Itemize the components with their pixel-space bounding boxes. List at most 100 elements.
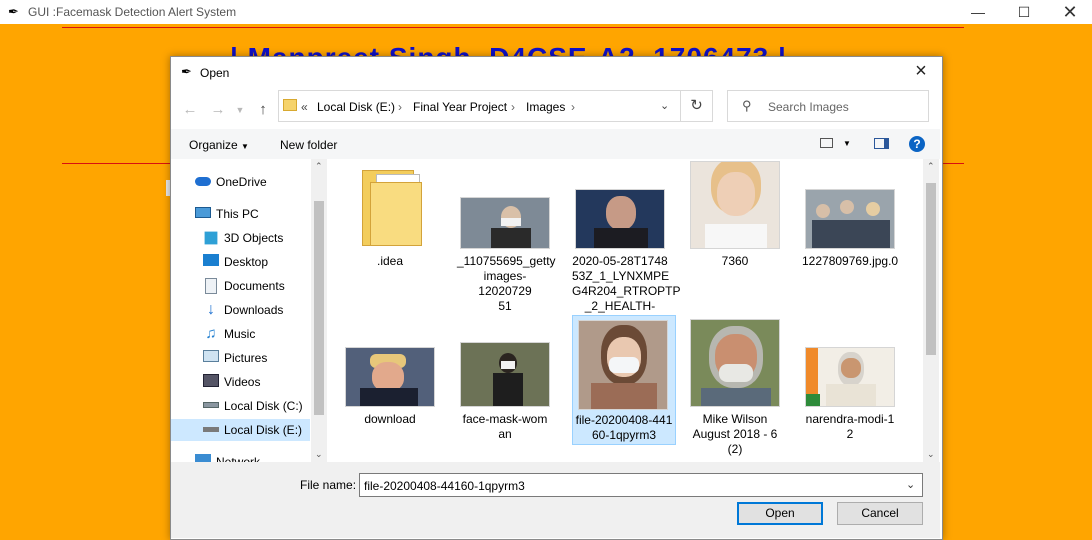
maximize-button[interactable]: ☐ — [1001, 0, 1047, 24]
chevron-right-icon: › — [398, 100, 402, 114]
file-list-scroll-thumb[interactable] — [926, 183, 936, 355]
sidebar-item-3d-objects[interactable]: 3D Objects — [171, 227, 310, 249]
sidebar-scrollbar[interactable]: ⌃ ⌄ — [311, 159, 327, 463]
sidebar-item-label: Documents — [224, 279, 285, 293]
sidebar-item-label: Desktop — [224, 255, 269, 269]
chevron-down-icon[interactable]: ⌄ — [660, 99, 669, 112]
open-dialog: ✒ Open × ← → ▼ ↑ « Local Disk (E:) › Fin… — [170, 56, 943, 540]
sidebar-item-music[interactable]: ♫ Music — [171, 323, 310, 345]
sidebar-scroll-thumb[interactable] — [314, 201, 324, 415]
cloud-icon — [195, 177, 211, 186]
file-name-line: 53Z_1_LYNXMPE — [572, 269, 670, 283]
file-name-line: an — [498, 427, 512, 441]
dialog-toolbar: Organize ▼ New folder ▼ ? — [171, 129, 940, 159]
view-options-icon[interactable] — [820, 138, 833, 148]
file-name-label: 7360 — [721, 254, 749, 268]
organize-button[interactable]: Organize ▼ — [189, 138, 249, 152]
folder-icon — [283, 99, 297, 111]
dialog-close-button[interactable]: × — [911, 61, 931, 82]
file-name-line: Mike Wilson — [702, 412, 768, 426]
nav-pane: OneDrive This PC 3D Objects Desktop Docu… — [171, 159, 311, 463]
feather-icon: ✒ — [8, 4, 19, 19]
open-button[interactable]: Open — [737, 502, 823, 525]
sidebar-item-documents[interactable]: Documents — [171, 275, 310, 297]
image-thumbnail — [460, 197, 550, 249]
file-item[interactable]: Mike Wilson August 2018 - 6 (2) — [687, 319, 783, 459]
sidebar-item-this-pc[interactable]: This PC — [171, 203, 310, 225]
cancel-button[interactable]: Cancel — [837, 502, 923, 525]
documents-icon — [205, 278, 217, 294]
file-name-input[interactable]: file-20200408-44160-1qpyrm3 ⌄ — [359, 473, 923, 497]
scroll-up-icon[interactable]: ⌃ — [315, 161, 323, 172]
chevron-right-icon: › — [571, 100, 575, 114]
videos-icon — [203, 374, 219, 387]
file-item[interactable]: 2020-05-28T1748 53Z_1_LYNXMPE G4R204_RTR… — [572, 161, 681, 328]
image-thumbnail — [345, 347, 435, 407]
sidebar-item-local-disk-e[interactable]: Local Disk (E:) — [171, 419, 310, 441]
breadcrumb-item[interactable]: Images — [526, 100, 565, 114]
file-name-label: face-mask-wom an — [457, 412, 553, 442]
download-icon: ↓ — [207, 301, 215, 318]
file-name-label: file-20200408-441 60-1qpyrm3 — [573, 413, 675, 443]
file-name-label: narendra-modi-1 2 — [802, 412, 898, 442]
file-name-line: face-mask-wom — [462, 412, 548, 426]
scroll-up-icon[interactable]: ⌃ — [927, 161, 935, 172]
image-thumbnail — [690, 319, 780, 407]
breadcrumb-item[interactable]: Local Disk (E:) — [317, 100, 395, 114]
music-icon: ♫ — [205, 325, 217, 342]
drive-icon — [203, 427, 219, 432]
file-item-idea[interactable]: .idea — [342, 161, 438, 301]
minimize-button[interactable]: — — [955, 0, 1001, 24]
sidebar-item-videos[interactable]: Videos — [171, 371, 310, 393]
search-placeholder: Search Images — [768, 100, 849, 114]
new-folder-button[interactable]: New folder — [280, 138, 337, 152]
sidebar-item-onedrive[interactable]: OneDrive — [171, 171, 310, 193]
recent-locations-button[interactable]: ▼ — [229, 105, 251, 123]
sidebar-item-pictures[interactable]: Pictures — [171, 347, 310, 369]
scroll-down-icon[interactable]: ⌄ — [315, 449, 323, 460]
image-thumbnail — [805, 347, 895, 407]
preview-pane-icon[interactable] — [874, 138, 889, 149]
sidebar-item-downloads[interactable]: ↓ Downloads — [171, 299, 310, 321]
sidebar-item-label: OneDrive — [216, 175, 267, 189]
folder-icon — [362, 164, 424, 248]
sidebar-item-label: Videos — [224, 375, 261, 389]
file-list-scrollbar[interactable]: ⌃ ⌄ — [923, 159, 939, 463]
file-name-label: download — [364, 412, 416, 426]
sidebar-item-local-disk-c[interactable]: Local Disk (C:) — [171, 395, 310, 417]
file-item[interactable]: face-mask-wom an — [457, 319, 553, 459]
back-button[interactable]: ← — [179, 101, 201, 119]
close-window-button[interactable]: ✕ — [1047, 0, 1092, 24]
drive-icon — [203, 402, 219, 408]
cube-icon — [204, 231, 218, 245]
file-item[interactable]: 1227809769.jpg.0 — [802, 161, 898, 301]
refresh-button[interactable]: ↻ — [681, 90, 713, 122]
file-item-selected[interactable]: file-20200408-441 60-1qpyrm3 — [572, 315, 676, 445]
up-button[interactable]: ↑ — [252, 101, 274, 119]
file-item[interactable]: download — [342, 319, 438, 459]
scroll-down-icon[interactable]: ⌄ — [927, 449, 935, 460]
file-name-line: (2) — [727, 442, 743, 456]
file-name-line: 2 — [846, 427, 854, 441]
sidebar-item-label: Music — [224, 327, 256, 341]
forward-button[interactable]: → — [207, 101, 229, 119]
file-name-line: file-20200408-441 — [575, 413, 673, 427]
breadcrumb-item[interactable]: Final Year Project — [413, 100, 507, 114]
file-item[interactable]: 7360 — [687, 161, 783, 301]
chevron-down-icon[interactable]: ▼ — [843, 139, 851, 148]
sidebar-item-label: 3D Objects — [224, 231, 284, 245]
file-item[interactable]: narendra-modi-1 2 — [802, 319, 898, 459]
feather-icon: ✒ — [181, 64, 192, 79]
desktop-icon — [203, 254, 219, 266]
chevron-down-icon[interactable]: ⌄ — [906, 478, 915, 491]
breadcrumb-prefix: « — [301, 100, 308, 114]
pictures-icon — [203, 350, 219, 362]
search-input[interactable]: ⚲ Search Images — [727, 90, 929, 122]
image-thumbnail — [460, 342, 550, 407]
help-icon[interactable]: ? — [909, 136, 925, 152]
sidebar-item-desktop[interactable]: Desktop — [171, 251, 310, 273]
divider-top — [62, 27, 964, 28]
address-bar[interactable]: « Local Disk (E:) › Final Year Project ›… — [278, 90, 681, 122]
file-item[interactable]: _110755695_getty images-12020729 51 — [457, 161, 556, 313]
computer-icon — [195, 207, 211, 218]
